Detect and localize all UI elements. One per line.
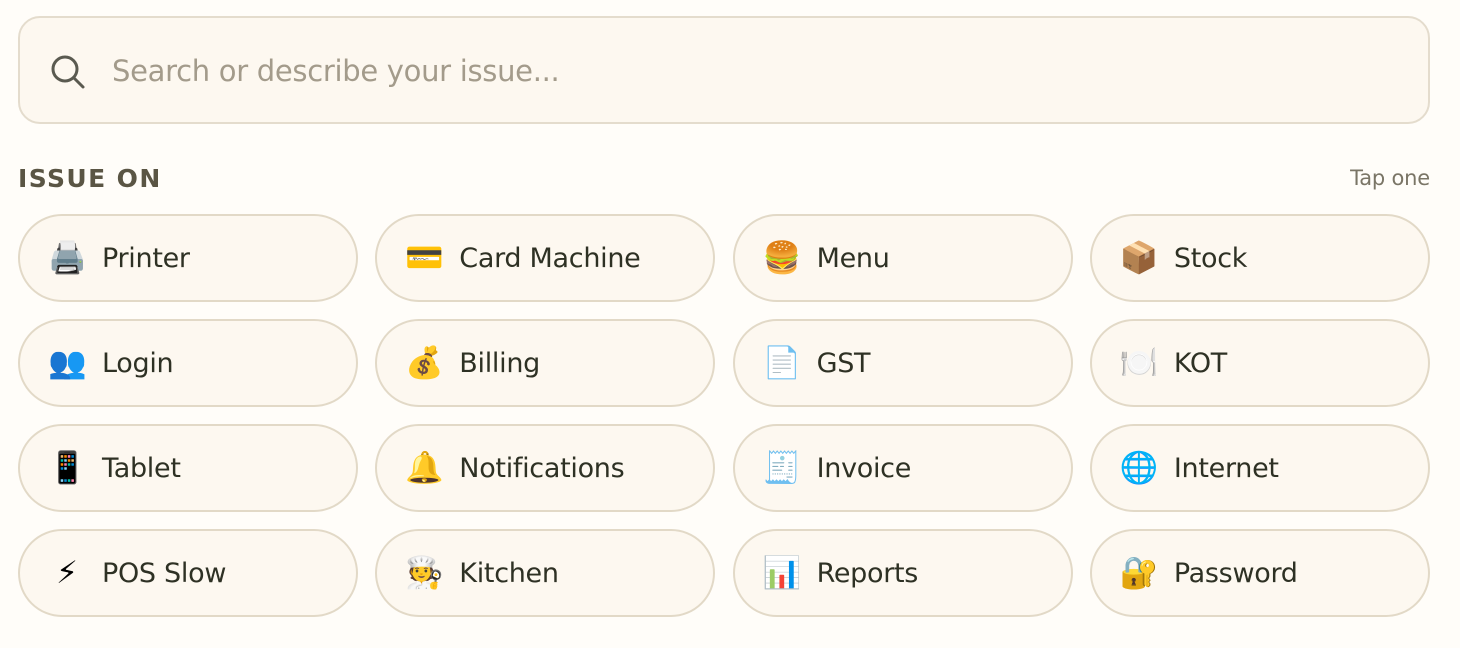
issue-chip-internet[interactable]: 🌐 Internet xyxy=(1089,424,1430,512)
issue-chip-label: Internet xyxy=(1173,452,1279,484)
bar-chart-icon: 📊 xyxy=(762,555,802,591)
issue-chip-label: Menu xyxy=(816,242,890,274)
issue-chip-label: KOT xyxy=(1173,347,1227,379)
users-icon: 👥 xyxy=(48,345,87,381)
issue-chip-pos-slow[interactable]: ⚡ POS Slow xyxy=(18,529,358,617)
issue-chip-label: Card Machine xyxy=(459,242,641,274)
bell-icon: 🔔 xyxy=(405,450,444,486)
issue-chip-kitchen[interactable]: 🧑‍🍳 Kitchen xyxy=(375,529,716,617)
issue-chip-menu[interactable]: 🍔 Menu xyxy=(732,214,1073,302)
document-icon: 📄 xyxy=(762,345,802,381)
credit-card-icon: 💳 xyxy=(405,240,444,276)
issue-chip-grid: 🖨️ Printer 💳 Card Machine 🍔 Menu 📦 Stock… xyxy=(18,214,1430,617)
lock-key-icon: 🔐 xyxy=(1119,555,1159,591)
globe-icon: 🌐 xyxy=(1119,450,1159,486)
issue-chip-invoice[interactable]: 🧾 Invoice xyxy=(732,424,1073,512)
issue-chip-card-machine[interactable]: 💳 Card Machine xyxy=(375,214,716,302)
issue-chip-label: Tablet xyxy=(102,452,181,484)
search-box[interactable] xyxy=(18,16,1430,124)
issue-chip-gst[interactable]: 📄 GST xyxy=(732,319,1073,407)
issue-chip-stock[interactable]: 📦 Stock xyxy=(1089,214,1430,302)
issue-chip-printer[interactable]: 🖨️ Printer xyxy=(18,214,358,302)
issue-chip-password[interactable]: 🔐 Password xyxy=(1089,529,1430,617)
issue-chip-login[interactable]: 👥 Login xyxy=(18,319,358,407)
lightning-icon: ⚡ xyxy=(56,555,78,591)
package-icon: 📦 xyxy=(1119,240,1159,276)
cook-icon: 🧑‍🍳 xyxy=(405,555,444,591)
issue-chip-label: Invoice xyxy=(816,452,912,484)
burger-icon: 🍔 xyxy=(762,240,802,276)
issue-chip-kot[interactable]: 🍽️ KOT xyxy=(1089,319,1430,407)
section-title: ISSUE ON xyxy=(18,163,162,193)
issue-chip-billing[interactable]: 💰 Billing xyxy=(375,319,716,407)
mobile-phone-icon: 📱 xyxy=(48,450,87,486)
issue-chip-label: Login xyxy=(102,347,174,379)
issue-chip-label: Billing xyxy=(459,347,540,379)
issue-chip-label: Kitchen xyxy=(459,557,559,589)
issue-chip-label: Reports xyxy=(816,557,919,589)
search-icon xyxy=(51,55,85,89)
section-hint: Tap one xyxy=(1350,166,1430,190)
issue-chip-notifications[interactable]: 🔔 Notifications xyxy=(375,424,716,512)
money-bag-icon: 💰 xyxy=(405,345,444,381)
issue-picker: ISSUE ON Tap one 🖨️ Printer 💳 Card Machi… xyxy=(0,0,1460,648)
issue-chip-label: GST xyxy=(816,347,871,379)
issue-chip-label: POS Slow xyxy=(102,557,227,589)
issue-chip-label: Stock xyxy=(1173,242,1248,274)
issue-chip-tablet[interactable]: 📱 Tablet xyxy=(18,424,358,512)
issue-chip-reports[interactable]: 📊 Reports xyxy=(732,529,1073,617)
issue-chip-label: Notifications xyxy=(459,452,625,484)
issue-chip-label: Password xyxy=(1173,557,1298,589)
plate-cutlery-icon: 🍽️ xyxy=(1119,345,1159,381)
printer-icon: 🖨️ xyxy=(48,240,87,276)
search-input[interactable] xyxy=(112,42,1402,100)
issue-chip-label: Printer xyxy=(102,242,190,274)
receipt-icon: 🧾 xyxy=(762,450,802,486)
section-header: ISSUE ON Tap one xyxy=(18,160,1430,196)
